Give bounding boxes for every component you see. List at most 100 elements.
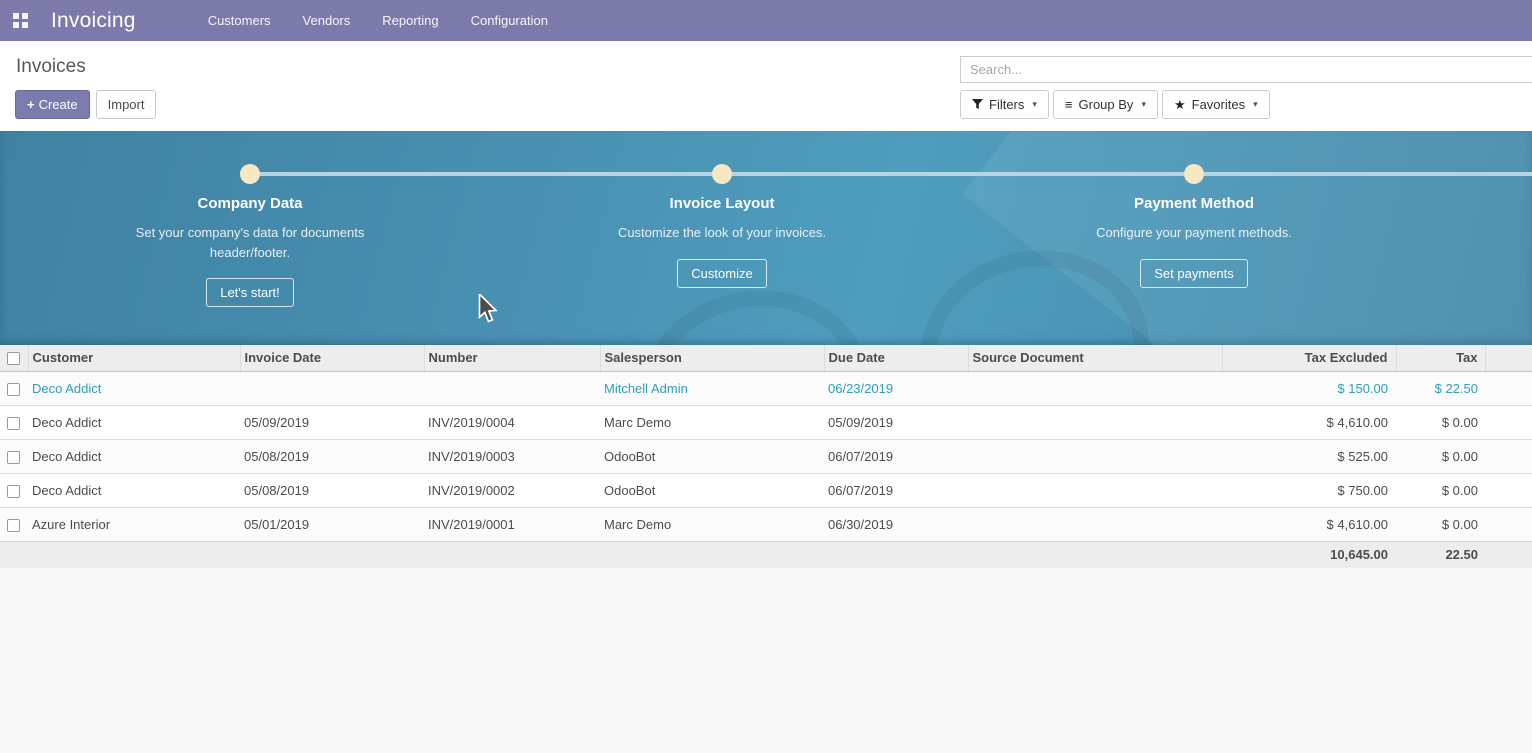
lets-start-button[interactable]: Let's start! — [206, 278, 294, 307]
column-header-due-date[interactable]: Due Date — [824, 345, 968, 371]
due-date-cell[interactable]: 06/23/2019 — [824, 371, 968, 405]
number-cell[interactable] — [424, 371, 600, 405]
tax-cell[interactable]: $ 22.50 — [1396, 371, 1485, 405]
select-all-cell — [0, 345, 28, 371]
step-dot-invoice-layout — [712, 164, 732, 184]
source-document-cell[interactable] — [968, 405, 1222, 439]
number-cell[interactable]: INV/2019/0001 — [424, 507, 600, 541]
column-header-customer[interactable]: Customer — [28, 345, 240, 371]
table-row[interactable]: Deco Addict Mitchell Admin06/23/2019 $ 150… — [0, 371, 1532, 405]
column-header-tax-excluded[interactable]: Tax Excluded — [1222, 345, 1396, 371]
search-input[interactable] — [960, 56, 1532, 83]
step-title: Payment Method — [1034, 195, 1354, 212]
tax-excluded-cell[interactable]: $ 750.00 — [1222, 473, 1396, 507]
due-date-cell[interactable]: 05/09/2019 — [824, 405, 968, 439]
customer-cell[interactable]: Deco Addict — [28, 439, 240, 473]
row-checkbox[interactable] — [7, 451, 20, 464]
source-document-cell[interactable] — [968, 439, 1222, 473]
column-header-source-document[interactable]: Source Document — [968, 345, 1222, 371]
tax-excluded-cell[interactable]: $ 4,610.00 — [1222, 405, 1396, 439]
nav-item-vendors[interactable]: Vendors — [287, 0, 367, 41]
due-date-cell[interactable]: 06/30/2019 — [824, 507, 968, 541]
nav-item-configuration[interactable]: Configuration — [455, 0, 564, 41]
row-checkbox[interactable] — [7, 417, 20, 430]
row-select-cell — [0, 507, 28, 541]
create-button[interactable]: +Create — [15, 90, 90, 119]
filler-cell — [1485, 405, 1532, 439]
salesperson-cell[interactable]: OdooBot — [600, 439, 824, 473]
row-checkbox[interactable] — [7, 485, 20, 498]
chevron-down-icon: ▾ — [1141, 96, 1146, 113]
column-header-filler — [1485, 345, 1532, 371]
invoice-date-cell[interactable]: 05/08/2019 — [240, 439, 424, 473]
tax-excluded-cell[interactable]: $ 4,610.00 — [1222, 507, 1396, 541]
customer-cell[interactable]: Deco Addict — [28, 473, 240, 507]
filler-cell — [1485, 473, 1532, 507]
plus-icon: + — [27, 97, 35, 112]
favorites-button[interactable]: ★ Favorites ▾ — [1162, 90, 1270, 119]
filter-bar: Filters ▾ ≡ Group By ▾ ★ Favorites ▾ — [960, 90, 1270, 119]
number-cell[interactable]: INV/2019/0003 — [424, 439, 600, 473]
customer-cell[interactable]: Azure Interior — [28, 507, 240, 541]
invoice-date-cell[interactable]: 05/08/2019 — [240, 473, 424, 507]
number-cell[interactable]: INV/2019/0004 — [424, 405, 600, 439]
import-button[interactable]: Import — [96, 90, 157, 119]
due-date-cell[interactable]: 06/07/2019 — [824, 473, 968, 507]
tax-excluded-cell[interactable]: $ 525.00 — [1222, 439, 1396, 473]
chevron-down-icon: ▾ — [1032, 96, 1037, 113]
source-document-cell[interactable] — [968, 473, 1222, 507]
column-header-salesperson[interactable]: Salesperson — [600, 345, 824, 371]
nav-item-customers[interactable]: Customers — [192, 0, 287, 41]
filters-button[interactable]: Filters ▾ — [960, 90, 1049, 119]
step-title: Company Data — [90, 195, 410, 212]
row-checkbox[interactable] — [7, 383, 20, 396]
tax-cell[interactable]: $ 0.00 — [1396, 507, 1485, 541]
table-row[interactable]: Deco Addict05/08/2019INV/2019/0002OdooBo… — [0, 473, 1532, 507]
column-header-invoice-date[interactable]: Invoice Date — [240, 345, 424, 371]
salesperson-cell[interactable]: Marc Demo — [600, 405, 824, 439]
row-checkbox[interactable] — [7, 519, 20, 532]
app-title[interactable]: Invoicing — [51, 9, 136, 33]
filler-cell — [1485, 507, 1532, 541]
salesperson-cell[interactable]: Mitchell Admin — [600, 371, 824, 405]
onboarding-progress-line — [250, 172, 1532, 176]
due-date-cell[interactable]: 06/07/2019 — [824, 439, 968, 473]
salesperson-cell[interactable]: Marc Demo — [600, 507, 824, 541]
step-dot-company-data — [240, 164, 260, 184]
star-icon: ★ — [1174, 96, 1186, 113]
table-row[interactable]: Deco Addict05/09/2019INV/2019/0004Marc D… — [0, 405, 1532, 439]
table-row[interactable]: Deco Addict05/08/2019INV/2019/0003OdooBo… — [0, 439, 1532, 473]
customer-cell[interactable]: Deco Addict — [28, 371, 240, 405]
tax-cell[interactable]: $ 0.00 — [1396, 439, 1485, 473]
invoice-list: Customer Invoice Date Number Salesperson… — [0, 345, 1532, 568]
nav-item-reporting[interactable]: Reporting — [366, 0, 454, 41]
step-description: Customize the look of your invoices. — [603, 223, 841, 243]
nav-menu: Customers Vendors Reporting Configuratio… — [192, 0, 564, 41]
mouse-cursor — [478, 294, 502, 329]
onboarding-banner: Company Data Set your company's data for… — [0, 131, 1532, 345]
tax-excluded-cell[interactable]: $ 150.00 — [1222, 371, 1396, 405]
table-row[interactable]: Azure Interior05/01/2019INV/2019/0001Mar… — [0, 507, 1532, 541]
salesperson-cell[interactable]: OdooBot — [600, 473, 824, 507]
filler-cell — [1485, 371, 1532, 405]
list-icon: ≡ — [1065, 96, 1073, 113]
invoice-date-cell[interactable]: 05/01/2019 — [240, 507, 424, 541]
source-document-cell[interactable] — [968, 371, 1222, 405]
column-header-tax[interactable]: Tax — [1396, 345, 1485, 371]
invoice-date-cell[interactable]: 05/09/2019 — [240, 405, 424, 439]
invoice-date-cell[interactable] — [240, 371, 424, 405]
set-payments-button[interactable]: Set payments — [1140, 259, 1248, 288]
number-cell[interactable]: INV/2019/0002 — [424, 473, 600, 507]
customize-button[interactable]: Customize — [677, 259, 766, 288]
row-select-cell — [0, 473, 28, 507]
column-header-number[interactable]: Number — [424, 345, 600, 371]
step-description: Configure your payment methods. — [1075, 223, 1313, 243]
page-title: Invoices — [16, 56, 86, 78]
group-by-button[interactable]: ≡ Group By ▾ — [1053, 90, 1158, 119]
tax-cell[interactable]: $ 0.00 — [1396, 405, 1485, 439]
customer-cell[interactable]: Deco Addict — [28, 405, 240, 439]
tax-cell[interactable]: $ 0.00 — [1396, 473, 1485, 507]
select-all-checkbox[interactable] — [7, 352, 20, 365]
source-document-cell[interactable] — [968, 507, 1222, 541]
apps-grid-icon[interactable] — [13, 13, 28, 28]
